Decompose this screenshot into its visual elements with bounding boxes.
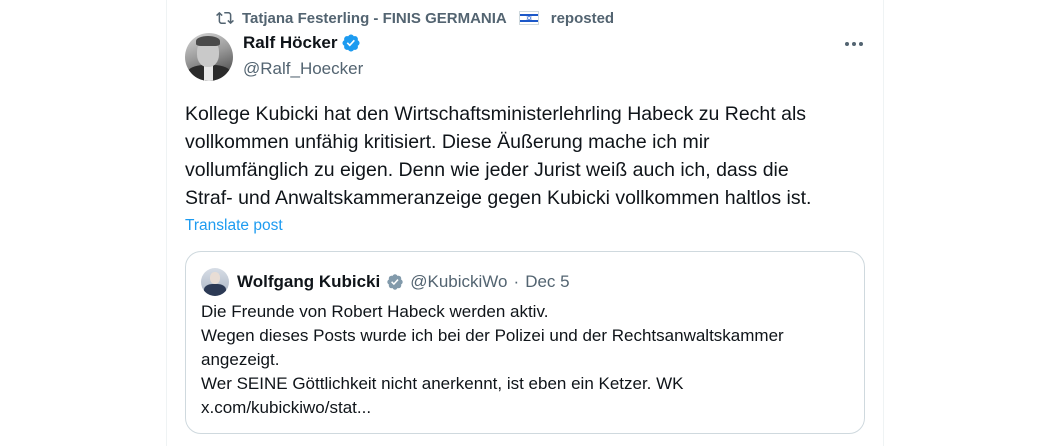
quote-header: Wolfgang Kubicki @KubickiWo · Dec 5 bbox=[201, 268, 570, 296]
quote-date: Dec 5 bbox=[525, 272, 570, 291]
repost-user[interactable]: Tatjana Festerling - FINIS GERMANIA bbox=[242, 10, 507, 27]
quote-text-line: angezeigt. bbox=[201, 350, 280, 369]
more-dot-icon bbox=[859, 42, 863, 46]
quoted-post-card[interactable]: Wolfgang Kubicki @KubickiWo · Dec 5 Die … bbox=[185, 251, 865, 434]
quote-text: Die Freunde von Robert Habeck werden akt… bbox=[201, 300, 851, 420]
author-name[interactable]: Ralf Höcker bbox=[243, 33, 337, 53]
translate-post-link[interactable]: Translate post bbox=[185, 217, 283, 235]
quote-separator: · bbox=[513, 272, 520, 291]
timeline-border-left bbox=[166, 0, 167, 446]
post-view: Tatjana Festerling - FINIS GERMANIA ✡ re… bbox=[0, 0, 1050, 446]
post-text-line: vollumfänglich zu eigen. Denn wie jeder … bbox=[185, 159, 789, 181]
quote-author-avatar bbox=[201, 268, 229, 296]
quote-text-line: Die Freunde von Robert Habeck werden akt… bbox=[201, 302, 549, 321]
repost-indicator[interactable]: Tatjana Festerling - FINIS GERMANIA ✡ re… bbox=[216, 8, 614, 28]
more-dot-icon bbox=[852, 42, 856, 46]
quote-text-line: Wer SEINE Göttlichkeit nicht anerkennt, … bbox=[201, 374, 684, 393]
more-dot-icon bbox=[845, 42, 849, 46]
israel-flag-icon: ✡ bbox=[518, 11, 539, 25]
timeline-border-right bbox=[883, 0, 884, 446]
more-options-button[interactable] bbox=[840, 32, 868, 56]
author-handle[interactable]: @Ralf_Hoecker bbox=[243, 59, 363, 79]
verified-badge-icon bbox=[387, 274, 403, 290]
post-text-line: Kollege Kubicki hat den Wirtschaftsminis… bbox=[185, 103, 807, 125]
repost-label: reposted bbox=[550, 9, 615, 27]
quote-link[interactable]: x.com/kubickiwo/stat... bbox=[201, 396, 851, 420]
verified-badge-icon bbox=[342, 34, 361, 52]
quote-text-line: Wegen dieses Posts wurde ich bei der Pol… bbox=[201, 326, 784, 345]
repost-icon bbox=[216, 9, 234, 27]
post-text-line: Straf- und Anwaltskammeranzeige gegen Ku… bbox=[185, 187, 812, 209]
post-text-line: vollkommen unfähig kritisiert. Diese Äuß… bbox=[185, 131, 710, 153]
quote-author-name: Wolfgang Kubicki bbox=[237, 272, 381, 291]
post-text: Kollege Kubicki hat den Wirtschaftsminis… bbox=[185, 100, 875, 212]
author-avatar[interactable] bbox=[185, 33, 233, 81]
author-name-row[interactable]: Ralf Höcker bbox=[243, 33, 361, 53]
quote-author-handle: @KubickiWo bbox=[410, 272, 508, 291]
